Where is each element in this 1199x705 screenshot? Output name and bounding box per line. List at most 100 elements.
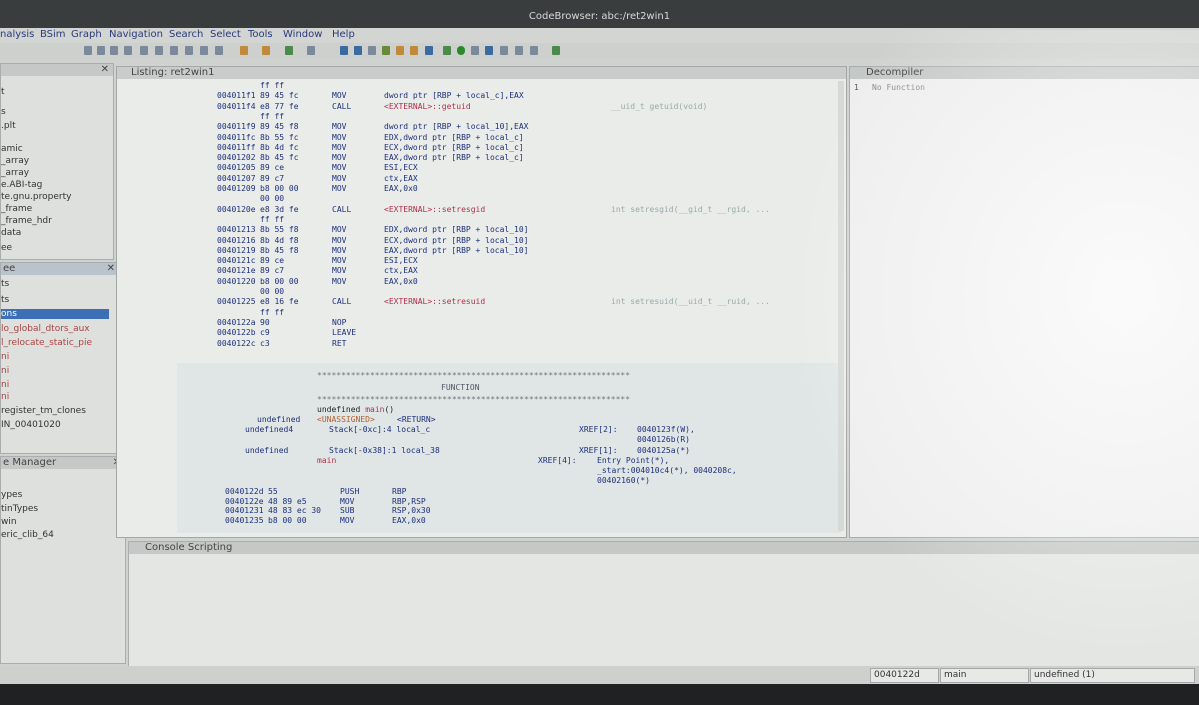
- menu-tools[interactable]: Tools: [248, 29, 273, 40]
- symbol-item[interactable]: ts: [1, 279, 9, 289]
- instruction-address[interactable]: 00401213: [217, 225, 256, 234]
- toolbar-icon[interactable]: [425, 46, 433, 55]
- instruction-address[interactable]: 0040122d: [225, 487, 264, 496]
- symbol-item[interactable]: ni: [1, 352, 9, 362]
- symbol-item[interactable]: IN_00401020: [1, 420, 61, 430]
- instruction-address[interactable]: 00401235: [225, 516, 264, 525]
- tree-item[interactable]: te.gnu.property: [1, 192, 71, 202]
- xref-entry[interactable]: Entry Point(*),: [597, 456, 669, 465]
- instruction-operands[interactable]: ECX,dword ptr [RBP + local_10]: [384, 236, 529, 245]
- instruction-address[interactable]: 0040120e: [217, 205, 256, 214]
- tree-item[interactable]: data: [1, 228, 21, 238]
- instruction-operands[interactable]: RBP: [392, 487, 406, 496]
- tree-tab[interactable]: ee: [1, 243, 12, 253]
- data-type-item[interactable]: tinTypes: [1, 504, 38, 514]
- instruction-address[interactable]: 00401207: [217, 174, 256, 183]
- instruction-address[interactable]: 004011f1: [217, 91, 256, 100]
- xref-entry[interactable]: _start:004010c4(*), 0040208c,: [597, 466, 737, 475]
- toolbar-icon[interactable]: [155, 46, 163, 55]
- data-type-item[interactable]: win: [1, 517, 17, 527]
- toolbar-icon[interactable]: [515, 46, 523, 55]
- toolbar-icon[interactable]: [110, 46, 118, 55]
- instruction-address[interactable]: 0040121c: [217, 256, 256, 265]
- toolbar-icon[interactable]: [410, 46, 418, 55]
- toolbar-icon[interactable]: [552, 46, 560, 55]
- instruction-operands[interactable]: <EXTERNAL>::setresgid: [384, 205, 485, 214]
- menu-select[interactable]: Select: [210, 29, 241, 40]
- symbol-item-selected[interactable]: ons: [1, 309, 109, 319]
- toolbar-icon[interactable]: [471, 46, 479, 55]
- xref-entry[interactable]: 0040126b(R): [637, 435, 690, 444]
- instruction-operands[interactable]: dword ptr [RBP + local_c],EAX: [384, 91, 524, 100]
- tree-item[interactable]: _frame_hdr: [1, 216, 52, 226]
- xref-entry[interactable]: 00402160(*): [597, 476, 650, 485]
- toolbar-icon[interactable]: [170, 46, 178, 55]
- menu-analysis[interactable]: nalysis: [0, 29, 34, 40]
- menu-bsim[interactable]: BSim: [40, 29, 66, 40]
- instruction-operands[interactable]: EDX,dword ptr [RBP + local_10]: [384, 225, 529, 234]
- symbol-item[interactable]: ts: [1, 295, 9, 305]
- xref-entry[interactable]: 0040123f(W),: [637, 425, 695, 434]
- instruction-address[interactable]: 00401209: [217, 184, 256, 193]
- instruction-address[interactable]: 004011ff: [217, 143, 256, 152]
- tree-item[interactable]: s: [1, 107, 6, 117]
- menu-graph[interactable]: Graph: [71, 29, 102, 40]
- toolbar-icon[interactable]: [140, 46, 148, 55]
- toolbar-icon[interactable]: [84, 46, 92, 55]
- instruction-address[interactable]: 004011f9: [217, 122, 256, 131]
- symbol-item[interactable]: lo_global_dtors_aux: [1, 324, 90, 334]
- instruction-operands[interactable]: <EXTERNAL>::setresuid: [384, 297, 485, 306]
- toolbar-icon[interactable]: [368, 46, 376, 55]
- instruction-address[interactable]: 0040122b: [217, 328, 256, 337]
- symbol-item[interactable]: l_relocate_static_pie: [1, 338, 92, 348]
- toolbar-icon[interactable]: [340, 46, 348, 55]
- toolbar-icon[interactable]: [443, 46, 451, 55]
- xref-entry[interactable]: 0040125a(*): [637, 446, 690, 455]
- instruction-operands[interactable]: EAX,dword ptr [RBP + local_c]: [384, 153, 524, 162]
- tree-item[interactable]: .plt: [1, 121, 16, 131]
- symbol-item[interactable]: ni: [1, 392, 9, 402]
- toolbar-icon[interactable]: [500, 46, 508, 55]
- menu-search[interactable]: Search: [169, 29, 203, 40]
- label-main[interactable]: main: [317, 456, 336, 465]
- toolbar-icon[interactable]: [240, 46, 248, 55]
- toolbar-icon[interactable]: [285, 46, 293, 55]
- instruction-operands[interactable]: EAX,0x0: [392, 516, 426, 525]
- menu-help[interactable]: Help: [332, 29, 355, 40]
- instruction-address[interactable]: 0040122e: [225, 497, 264, 506]
- toolbar-icon[interactable]: [215, 46, 223, 55]
- instruction-address[interactable]: 0040122a: [217, 318, 256, 327]
- instruction-address[interactable]: 00401231: [225, 506, 264, 515]
- instruction-address[interactable]: 00401205: [217, 163, 256, 172]
- instruction-address[interactable]: 0040122c: [217, 339, 256, 348]
- data-type-item[interactable]: ypes: [1, 490, 22, 500]
- symbol-item[interactable]: register_tm_clones: [1, 406, 86, 416]
- toolbar-icon[interactable]: [262, 46, 270, 55]
- tree-item[interactable]: amic: [1, 144, 23, 154]
- toolbar-icon[interactable]: [354, 46, 362, 55]
- menu-navigation[interactable]: Navigation: [109, 29, 163, 40]
- function-signature[interactable]: undefined main(): [317, 405, 394, 414]
- toolbar-icon[interactable]: [382, 46, 390, 55]
- toolbar-icon[interactable]: [307, 46, 315, 55]
- instruction-operands[interactable]: RSP,0x30: [392, 506, 431, 515]
- instruction-address[interactable]: 004011f4: [217, 102, 256, 111]
- symbol-item[interactable]: ni: [1, 366, 9, 376]
- toolbar-icon[interactable]: [185, 46, 193, 55]
- instruction-operands[interactable]: <EXTERNAL>::getuid: [384, 102, 471, 111]
- tree-item[interactable]: _array: [1, 156, 29, 166]
- toolbar-icon[interactable]: [396, 46, 404, 55]
- tree-item[interactable]: _frame: [1, 204, 32, 214]
- close-icon[interactable]: ✕: [101, 64, 109, 76]
- instruction-address[interactable]: 00401216: [217, 236, 256, 245]
- close-icon[interactable]: ✕: [107, 263, 115, 275]
- instruction-operands[interactable]: EDX,dword ptr [RBP + local_c]: [384, 133, 524, 142]
- instruction-operands[interactable]: ctx,EAX: [384, 266, 418, 275]
- toolbar-icon[interactable]: [485, 46, 493, 55]
- run-icon[interactable]: [457, 46, 465, 55]
- toolbar-icon[interactable]: [200, 46, 208, 55]
- instruction-address[interactable]: 00401219: [217, 246, 256, 255]
- instruction-operands[interactable]: ESI,ECX: [384, 163, 418, 172]
- instruction-operands[interactable]: EAX,dword ptr [RBP + local_10]: [384, 246, 529, 255]
- symbol-item[interactable]: ni: [1, 380, 9, 390]
